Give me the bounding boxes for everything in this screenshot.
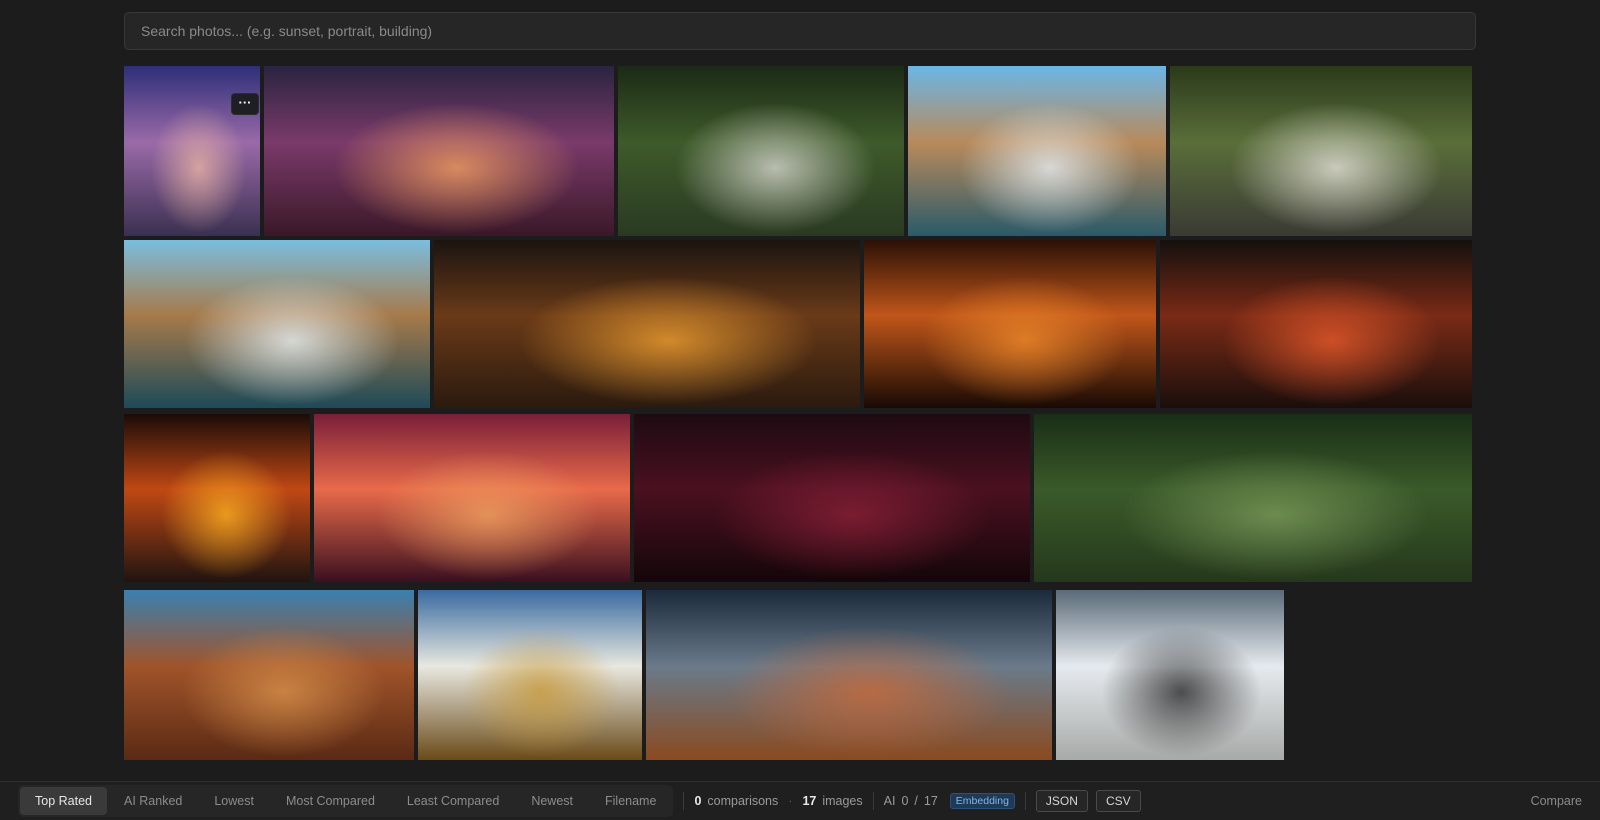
export-csv-button[interactable]: CSV — [1095, 790, 1141, 812]
photo-thumbnail-green-river[interactable] — [1034, 414, 1472, 582]
ai-label: AI — [883, 794, 896, 808]
more-options-button[interactable]: ··· — [231, 93, 259, 115]
bottom-toolbar: Top Rated AI Ranked Lowest Most Compared… — [0, 781, 1600, 820]
ai-progress: AI 0 / 17 Embedding — [884, 793, 1015, 809]
photo-thumbnail-lake-sunset-pink[interactable] — [264, 66, 614, 236]
tab-most-compared[interactable]: Most Compared — [271, 787, 390, 815]
images-stat: 17 images — [802, 794, 862, 808]
separator-dot: · — [788, 794, 793, 808]
photo-image — [314, 414, 630, 582]
photo-thumbnail-orange-sun[interactable] — [124, 414, 310, 582]
tab-newest[interactable]: Newest — [516, 787, 588, 815]
photo-image — [124, 590, 414, 760]
photo-thumbnail-rocky-coast-waves-2[interactable] — [124, 240, 430, 408]
tab-filename[interactable]: Filename — [590, 787, 671, 815]
photo-image — [908, 66, 1166, 236]
photo-thumbnail-starry-red-sky[interactable] — [634, 414, 1030, 582]
divider — [872, 792, 874, 810]
ai-done: 0 — [901, 794, 909, 808]
photo-thumbnail-desert-butte[interactable] — [124, 590, 414, 760]
photo-image — [1034, 414, 1472, 582]
photo-thumbnail-cascade-waterfall[interactable] — [1170, 66, 1472, 236]
photo-image — [634, 414, 1030, 582]
photo-image — [418, 590, 642, 760]
tab-ai-ranked[interactable]: AI Ranked — [109, 787, 197, 815]
ai-total: 17 — [923, 794, 938, 808]
photo-image — [864, 240, 1156, 408]
photo-thumbnail-forest-waterfall[interactable] — [618, 66, 904, 236]
divider — [1024, 792, 1026, 810]
comparisons-count: 0 — [694, 794, 702, 808]
compare-link[interactable]: Compare — [1531, 794, 1582, 808]
photo-thumbnail-golden-hills[interactable] — [418, 590, 642, 760]
photo-grid: ··· — [124, 66, 1476, 760]
photo-image — [434, 240, 860, 408]
photo-thumbnail-desert-road[interactable] — [646, 590, 1052, 760]
tab-top-rated[interactable]: Top Rated — [20, 787, 107, 815]
photo-thumbnail-string-lights-sunset[interactable] — [1160, 240, 1472, 408]
photo-image — [1160, 240, 1472, 408]
photo-thumbnail-tree-silhouette-sunset[interactable] — [864, 240, 1156, 408]
comparisons-label: comparisons — [707, 794, 779, 808]
divider — [683, 792, 685, 810]
embedding-badge: Embedding — [949, 793, 1015, 809]
photo-thumbnail-snowy-mountains[interactable] — [1056, 590, 1284, 760]
images-count: 17 — [802, 794, 817, 808]
photo-image — [1170, 66, 1472, 236]
comparisons-stat: 0 comparisons — [694, 794, 778, 808]
photo-image — [124, 240, 430, 408]
photo-image — [618, 66, 904, 236]
photo-thumbnail-night-city-lights[interactable] — [434, 240, 860, 408]
tab-lowest[interactable]: Lowest — [199, 787, 269, 815]
search-input[interactable] — [124, 12, 1476, 50]
ai-slash: / — [914, 794, 918, 808]
images-label: images — [822, 794, 863, 808]
sort-tabs: Top Rated AI Ranked Lowest Most Compared… — [18, 785, 674, 817]
photo-image — [124, 66, 260, 236]
photo-thumbnail-twilight-beach[interactable]: ··· — [124, 66, 260, 236]
photo-image — [124, 414, 310, 582]
photo-image — [264, 66, 614, 236]
export-json-button[interactable]: JSON — [1035, 790, 1088, 812]
tab-least-compared[interactable]: Least Compared — [392, 787, 514, 815]
photo-thumbnail-rocky-coast-waves[interactable] — [908, 66, 1166, 236]
photo-image — [1056, 590, 1284, 760]
photo-image — [646, 590, 1052, 760]
photo-thumbnail-red-sky-clouds[interactable] — [314, 414, 630, 582]
